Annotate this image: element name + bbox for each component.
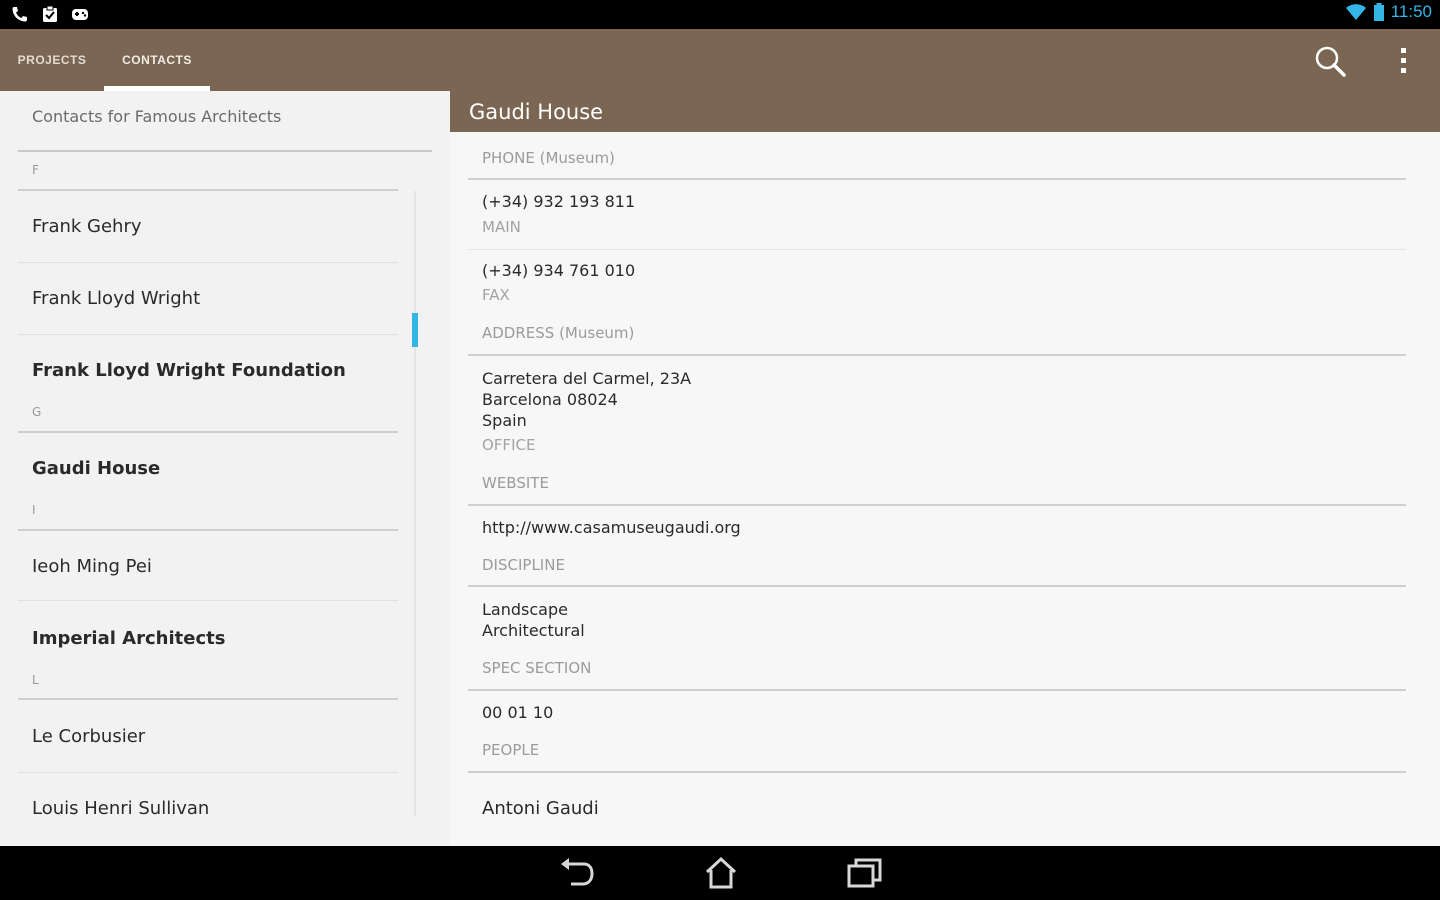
- clipboard-icon: [43, 5, 57, 22]
- action-bar: PROJECTS CONTACTS: [0, 29, 1440, 91]
- list-item[interactable]: Frank Gehry: [32, 216, 142, 237]
- phone-fax-number[interactable]: (+34) 934 761 010: [482, 261, 635, 280]
- row-divider: [468, 249, 1406, 250]
- section-letter-i: I: [32, 503, 36, 517]
- address-value[interactable]: Carretera del Carmel, 23A Barcelona 0802…: [482, 368, 691, 431]
- section-divider: [468, 354, 1406, 356]
- people-section-label: PEOPLE: [482, 741, 540, 759]
- battery-icon: [1373, 3, 1384, 21]
- clock-time: 11:50: [1390, 2, 1432, 21]
- notification-icons: [10, 4, 90, 24]
- phone-fax-type: FAX: [482, 286, 510, 304]
- discipline-value: Landscape Architectural: [482, 599, 585, 641]
- contact-list-pane: Contacts for Famous Architects F Frank G…: [0, 91, 450, 846]
- list-item[interactable]: Frank Lloyd Wright Foundation: [32, 360, 346, 381]
- section-divider: [468, 689, 1406, 691]
- tab-contacts[interactable]: CONTACTS: [104, 29, 210, 91]
- tab-projects-label: PROJECTS: [17, 53, 87, 67]
- home-icon[interactable]: [701, 856, 741, 890]
- address-type: OFFICE: [482, 436, 536, 454]
- address-line-3: Spain: [482, 411, 527, 430]
- discipline-section-label: DISCIPLINE: [482, 556, 565, 574]
- phone-icon: [12, 7, 27, 22]
- detail-title-bar: Gaudi House: [450, 91, 1440, 132]
- scrollbar-thumb[interactable]: [412, 313, 418, 347]
- list-item[interactable]: Ieoh Ming Pei: [32, 556, 152, 577]
- game-controller-icon: [72, 9, 88, 20]
- header-divider: [18, 150, 432, 152]
- section-divider: [468, 771, 1406, 773]
- list-item[interactable]: Frank Lloyd Wright: [32, 288, 200, 309]
- wifi-icon: [1345, 4, 1366, 20]
- item-divider: [18, 600, 398, 601]
- phone-main-number[interactable]: (+34) 932 193 811: [482, 192, 635, 211]
- section-letter-g: G: [32, 405, 42, 419]
- item-divider: [18, 262, 398, 263]
- system-icons: 11:50: [1345, 2, 1432, 22]
- recent-apps-icon[interactable]: [845, 856, 885, 890]
- address-line-2: Barcelona 08024: [482, 390, 618, 409]
- phone-section-label: PHONE (Museum): [482, 149, 615, 167]
- list-item[interactable]: Le Corbusier: [32, 726, 145, 747]
- list-item[interactable]: Imperial Architects: [32, 628, 225, 649]
- contact-list-header: Contacts for Famous Architects: [32, 107, 282, 126]
- back-icon[interactable]: [557, 856, 597, 890]
- search-icon[interactable]: [1312, 43, 1348, 79]
- list-item[interactable]: Gaudi House: [32, 458, 160, 479]
- list-item[interactable]: Louis Henri Sullivan: [32, 798, 209, 819]
- address-section-label: ADDRESS (Museum): [482, 324, 635, 342]
- section-letter-l: L: [32, 673, 39, 687]
- people-item[interactable]: Antoni Gaudi: [482, 798, 599, 819]
- section-divider: [18, 189, 398, 191]
- section-divider: [18, 431, 398, 433]
- navigation-bar: [0, 846, 1440, 900]
- scrollbar-track[interactable]: [414, 191, 416, 816]
- detail-title: Gaudi House: [469, 100, 604, 124]
- overflow-menu-icon[interactable]: [1390, 43, 1418, 79]
- website-link[interactable]: http://www.casamuseugaudi.org: [482, 518, 741, 537]
- item-divider: [18, 334, 398, 335]
- section-divider: [18, 529, 398, 531]
- spec-section-value: 00 01 10: [482, 703, 554, 722]
- tab-projects[interactable]: PROJECTS: [0, 29, 104, 91]
- item-divider: [18, 772, 398, 773]
- discipline-line-2: Architectural: [482, 621, 585, 640]
- address-line-1: Carretera del Carmel, 23A: [482, 369, 692, 388]
- phone-main-type: MAIN: [482, 218, 521, 236]
- section-letter-f: F: [32, 163, 39, 177]
- discipline-line-1: Landscape: [482, 600, 568, 619]
- contact-detail-pane: Gaudi House PHONE (Museum) (+34) 932 193…: [450, 91, 1440, 846]
- spec-section-label: SPEC SECTION: [482, 659, 592, 677]
- website-section-label: WEBSITE: [482, 474, 549, 492]
- status-bar: 11:50: [0, 0, 1440, 29]
- tab-contacts-label: CONTACTS: [122, 53, 192, 67]
- section-divider: [468, 585, 1406, 587]
- section-divider: [468, 504, 1406, 506]
- section-divider: [18, 698, 398, 700]
- section-divider: [468, 178, 1406, 180]
